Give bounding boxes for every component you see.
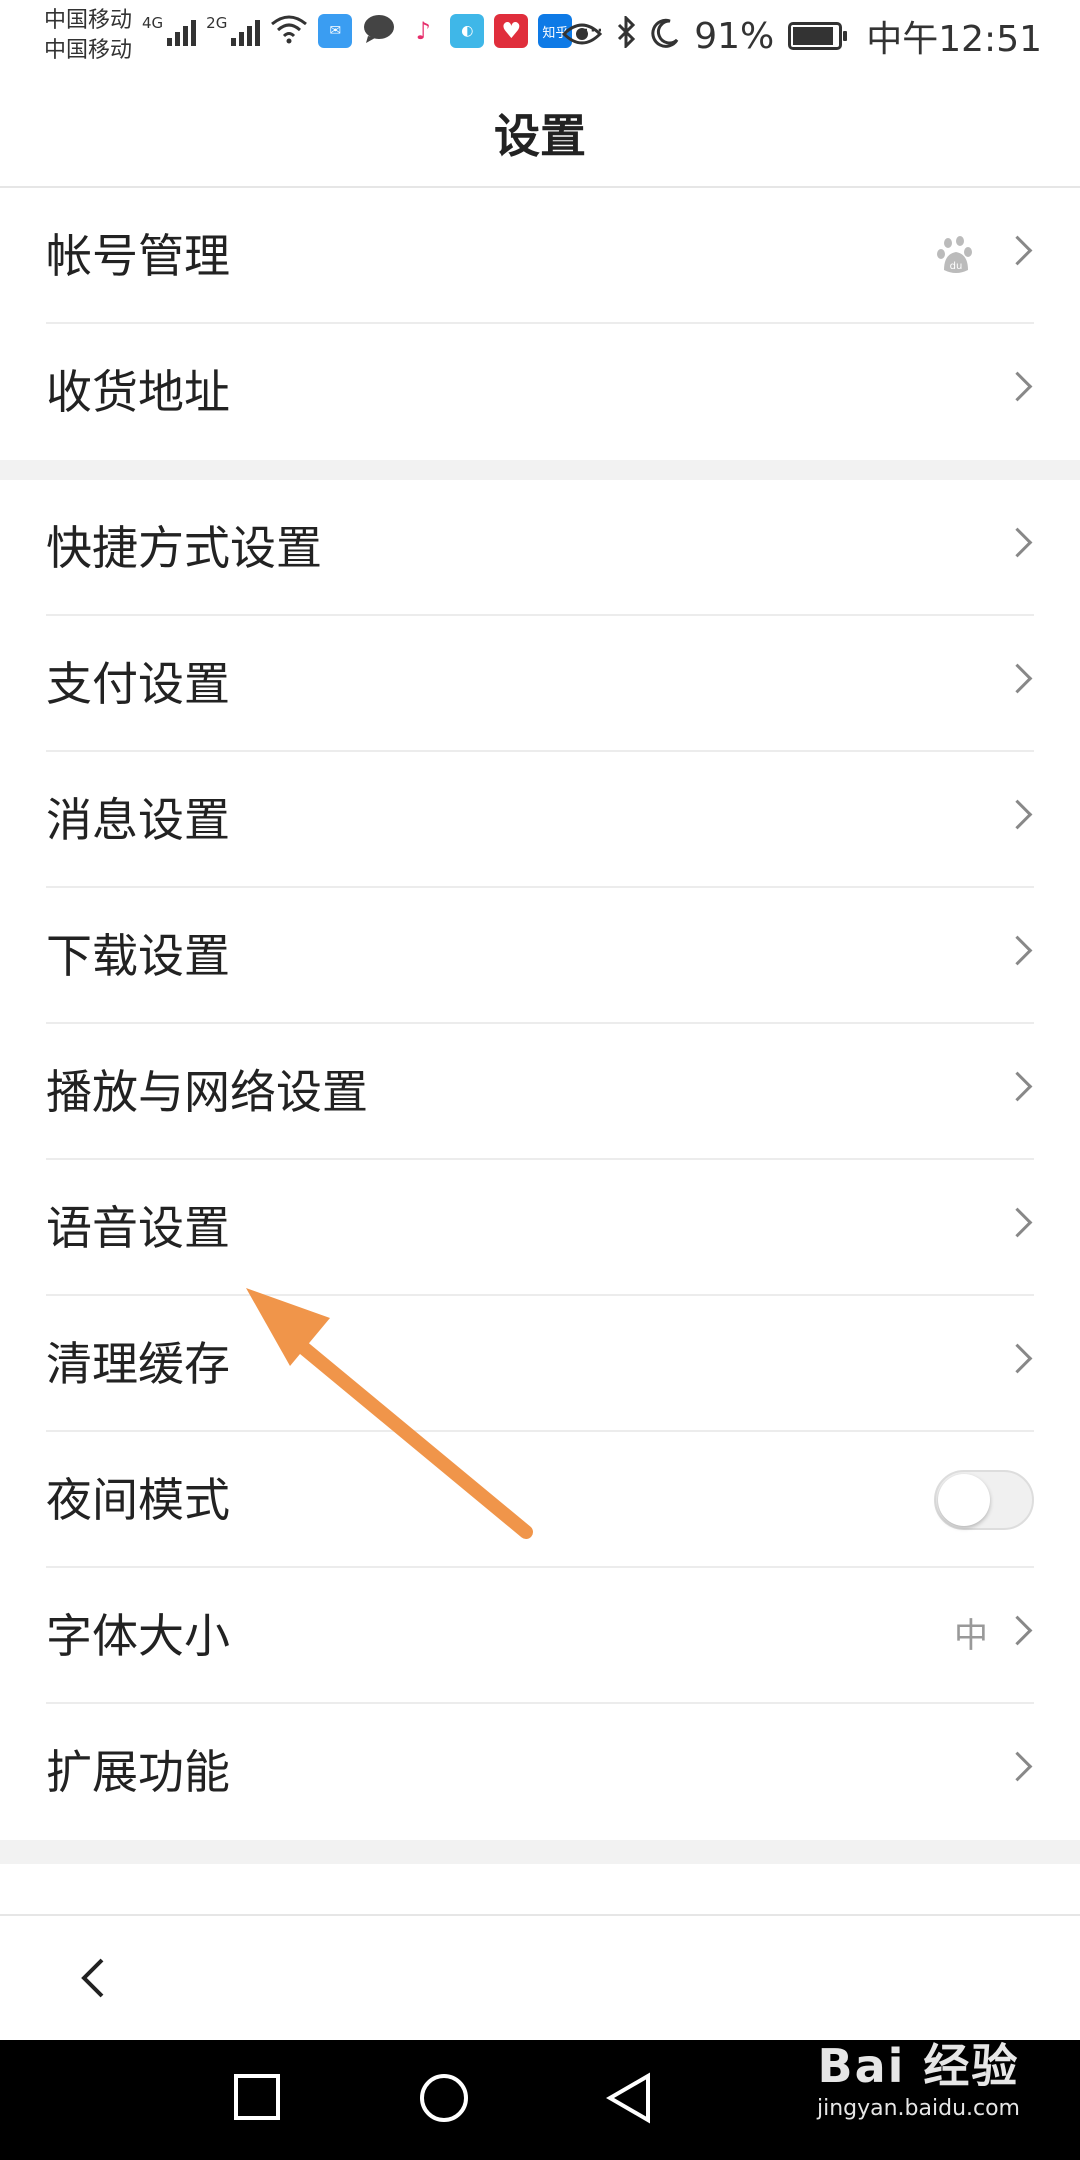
do-not-disturb-moon-icon xyxy=(650,16,680,57)
watermark-logo-text: Bai 经验 xyxy=(817,2039,1020,2093)
back-triangle-icon[interactable] xyxy=(606,2072,654,2124)
chevron-right-icon xyxy=(1002,527,1033,558)
setting-label: 下载设置 xyxy=(46,929,230,983)
page-title: 设置 xyxy=(494,109,586,163)
back-arrow-icon[interactable] xyxy=(72,1956,116,2000)
toggle-knob xyxy=(938,1474,990,1526)
bird-app-icon: ◐ xyxy=(450,14,485,48)
setting-row-downloads[interactable]: 下载设置 xyxy=(0,888,1080,1024)
status-time: 中午12:51 xyxy=(866,19,1042,60)
setting-row-extensions[interactable]: 扩展功能 xyxy=(0,1704,1080,1840)
baidu-paw-icon: du xyxy=(937,236,972,273)
setting-label: 清理缓存 xyxy=(46,1337,230,1391)
setting-label: 夜间模式 xyxy=(46,1473,230,1527)
bottom-toolbar xyxy=(0,1914,1080,2042)
watermark-url: jingyan.baidu.com xyxy=(816,2096,1020,2121)
bluetooth-icon xyxy=(616,13,636,57)
video-app-icon: ♪ xyxy=(406,14,441,48)
network-type-2: 2G xyxy=(206,14,228,32)
signal-icon-2 xyxy=(231,16,261,46)
setting-row-messages[interactable]: 消息设置 xyxy=(0,752,1080,888)
settings-group-partial xyxy=(0,1864,1080,1914)
chevron-right-icon xyxy=(1002,1751,1033,1782)
battery-icon xyxy=(788,22,848,50)
setting-label: 帐号管理 xyxy=(46,229,230,283)
setting-label: 消息设置 xyxy=(46,793,230,847)
chevron-right-icon xyxy=(1002,663,1033,694)
setting-label: 收货地址 xyxy=(46,365,230,419)
chevron-right-icon xyxy=(1002,1343,1033,1374)
night-mode-toggle[interactable] xyxy=(934,1470,1034,1530)
setting-label: 语音设置 xyxy=(46,1201,230,1255)
recent-apps-square-icon[interactable] xyxy=(232,2072,282,2122)
section-separator xyxy=(0,1840,1080,1864)
chevron-right-icon xyxy=(1002,1207,1033,1238)
section-separator xyxy=(0,460,1080,480)
carrier-labels: 中国移动 中国移动 xyxy=(44,6,132,66)
wifi-icon xyxy=(270,14,308,48)
svg-text:du: du xyxy=(950,261,963,272)
setting-label: 播放与网络设置 xyxy=(46,1065,368,1119)
setting-label: 快捷方式设置 xyxy=(46,521,322,575)
status-left-icons: 4G 2G ✉ ♪ ◐ ♥ 知乎 ··· xyxy=(142,14,603,48)
chevron-right-icon xyxy=(1002,371,1033,402)
chevron-right-icon xyxy=(1002,1071,1033,1102)
signal-icon-1 xyxy=(167,16,197,46)
setting-row-playback-network[interactable]: 播放与网络设置 xyxy=(0,1024,1080,1160)
baidu-jingyan-watermark: Bai 经验 jingyan.baidu.com xyxy=(817,2030,1020,2121)
settings-group-general: 快捷方式设置 支付设置 消息设置 下载设置 播放与网络设置 语音设置 清理缓存 … xyxy=(0,480,1080,1840)
status-bar: 中国移动 中国移动 4G 2G ✉ ♪ ◐ ♥ 知乎 ··· 91% 中午12:… xyxy=(0,0,1080,76)
font-size-value: 中 xyxy=(954,1616,988,1656)
setting-row-clear-cache[interactable]: 清理缓存 xyxy=(0,1296,1080,1432)
message-app-icon: ✉ xyxy=(318,14,353,48)
chevron-right-icon xyxy=(1002,935,1033,966)
setting-label: 支付设置 xyxy=(46,657,230,711)
setting-label: 扩展功能 xyxy=(46,1745,230,1799)
setting-row-night-mode: 夜间模式 xyxy=(0,1432,1080,1568)
page-header: 设置 xyxy=(0,76,1080,188)
setting-row-account-management[interactable]: 帐号管理 du xyxy=(0,188,1080,324)
chevron-right-icon xyxy=(1002,799,1033,830)
setting-row-voice[interactable]: 语音设置 xyxy=(0,1160,1080,1296)
eye-comfort-icon xyxy=(562,16,603,57)
setting-label: 字体大小 xyxy=(46,1609,230,1663)
carrier-2: 中国移动 xyxy=(44,38,133,63)
network-type-1: 4G xyxy=(142,14,164,32)
chevron-right-icon xyxy=(1002,235,1033,266)
setting-row-payment[interactable]: 支付设置 xyxy=(0,616,1080,752)
setting-row-shipping-address[interactable]: 收货地址 xyxy=(0,324,1080,460)
shopping-app-icon: ♥ xyxy=(494,14,529,48)
battery-percent: 91% xyxy=(694,15,775,57)
home-circle-icon[interactable] xyxy=(418,2072,470,2124)
carrier-1: 中国移动 xyxy=(44,8,133,33)
chat-bubble-icon xyxy=(362,14,396,48)
setting-row-shortcuts[interactable]: 快捷方式设置 xyxy=(0,480,1080,616)
chevron-right-icon xyxy=(1002,1615,1033,1646)
status-right: 91% 中午12:51 xyxy=(562,10,1042,62)
settings-group-account: 帐号管理 du 收货地址 xyxy=(0,188,1080,460)
setting-row-font-size[interactable]: 字体大小 中 xyxy=(0,1568,1080,1704)
